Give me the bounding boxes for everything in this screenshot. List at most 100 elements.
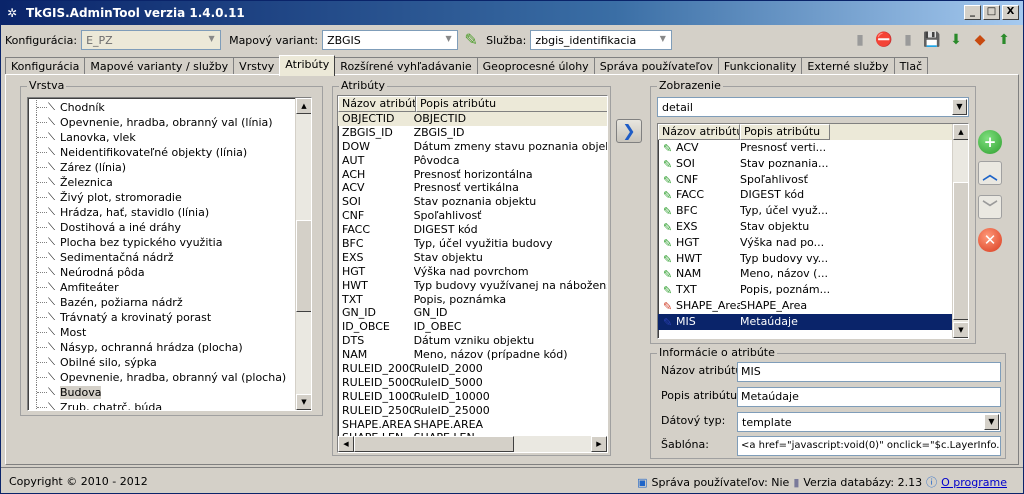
scroll-right-icon[interactable]: ▶ [591, 436, 607, 452]
display-row[interactable]: ✎ TXT Popis, poznám... [658, 282, 952, 298]
attribute-row[interactable]: OBJECTID OBJECTID [338, 112, 607, 126]
data-type-combo[interactable]: template ▼ [737, 412, 1001, 432]
display-row[interactable]: ✎ FACC DIGEST kód [658, 187, 952, 203]
layer-item[interactable]: ⟍ Bazén, požiarna nádrž [28, 295, 295, 310]
attribute-row[interactable]: BFC Typ, účel využitia budovy [338, 237, 607, 251]
layer-item[interactable]: ⟍ Most [28, 325, 295, 340]
layer-item[interactable]: ⟍ Železnica [28, 175, 295, 190]
pencil-icon[interactable]: ✎ [460, 29, 482, 51]
attribute-row[interactable]: GN_ID GN_ID [338, 306, 607, 320]
service-combo[interactable]: zbgis_identifikacia ▼ [530, 30, 673, 50]
layers-scrollbar[interactable]: ▲ ▼ [295, 98, 311, 410]
move-down-button[interactable]: ﹀ [978, 195, 1002, 219]
scroll-down-icon[interactable]: ▼ [296, 394, 311, 410]
tab-user-management[interactable]: Správa používateľov [593, 57, 719, 75]
layer-item[interactable]: ⟍ Lanovka, vlek [28, 130, 295, 145]
attribute-row[interactable]: EXS Stav objektu [338, 251, 607, 265]
database-delete-icon[interactable]: ⛔ [873, 29, 895, 51]
close-button[interactable]: X [1002, 5, 1019, 20]
attribute-row[interactable]: HWT Typ budovy využívanej na náboženské ú… [338, 279, 607, 293]
attribute-row[interactable]: CNF Spoľahlivosť [338, 209, 607, 223]
move-up-button[interactable]: ︿ [978, 161, 1002, 185]
layer-item[interactable]: ⟍ Sedimentačná nádrž [28, 250, 295, 265]
display-row[interactable]: ✎ EXS Stav objektu [658, 219, 952, 235]
scroll-thumb[interactable] [953, 182, 968, 320]
layer-item[interactable]: ⟍ Neidentifikovateľné objekty (línia) [28, 145, 295, 160]
layer-item[interactable]: ⟍ Živý plot, stromoradie [28, 190, 295, 205]
database-gray-icon[interactable]: ▮ [897, 29, 919, 51]
download-icon[interactable]: ⬇ [945, 29, 967, 51]
layer-item[interactable]: ⟍ Trávnatý a krovinatý porast [28, 310, 295, 325]
display-row[interactable]: ✎ MIS Metaúdaje [658, 313, 952, 330]
attribute-row[interactable]: TXT Popis, poznámka [338, 293, 607, 307]
scroll-left-icon[interactable]: ◀ [338, 436, 354, 452]
layer-item[interactable]: ⟍ Plocha bez typického využitia [28, 235, 295, 250]
tab-functionality[interactable]: Funkcionality [717, 57, 803, 75]
layer-item[interactable]: ⟍ Budova [28, 385, 295, 400]
layer-item[interactable]: ⟍ Dostihová a iné dráhy [28, 220, 295, 235]
attribute-row[interactable]: RULEID_2000 RuleID_2000 [338, 362, 607, 376]
template-field[interactable]: <a href="javascript:void(0)" onclick="$c… [737, 436, 1001, 456]
config-combo[interactable]: E_PZ ▼ [81, 30, 222, 50]
scroll-up-icon[interactable]: ▲ [953, 124, 968, 140]
attribute-row[interactable]: DTS Dátum vzniku objektu [338, 334, 607, 348]
display-row[interactable]: ✎ NAM Meno, názov (... [658, 266, 952, 282]
add-attribute-button[interactable]: + [978, 130, 1002, 154]
attr-desc-field[interactable]: Metaúdaje [737, 387, 1001, 407]
layer-item[interactable]: ⟍ Hrádza, hať, stavidlo (línia) [28, 205, 295, 220]
display-scrollbar[interactable]: ▲ ▼ [952, 124, 968, 338]
display-row[interactable]: ✎ BFC Typ, účel využ... [658, 203, 952, 219]
tab-layers[interactable]: Vrstvy [233, 57, 281, 75]
attribute-row[interactable]: SHAPE.AREA SHAPE.AREA [338, 418, 607, 432]
attribute-row[interactable]: RULEID_10000RuleID_10000 [338, 390, 607, 404]
layers-tree[interactable]: ⟍ Chodník ⟍ Opevnenie, hradba, obranný val … [27, 97, 312, 411]
save-icon[interactable]: 💾 [921, 29, 943, 51]
tab-print[interactable]: Tlač [893, 57, 929, 75]
remove-attribute-button[interactable]: ✕ [978, 228, 1002, 252]
attribute-row[interactable]: NAM Meno, názov (prípadne kód) [338, 348, 607, 362]
attr-name-field[interactable]: MIS [737, 362, 1001, 382]
scroll-up-icon[interactable]: ▲ [296, 98, 311, 114]
attribute-row[interactable]: SOI Stav poznania objektu [338, 195, 607, 209]
layer-item[interactable]: ⟍ Opevnenie, hradba, obranný val (plocha) [28, 370, 295, 385]
display-row[interactable]: ✎ HGT Výška nad po... [658, 235, 952, 251]
display-row[interactable]: ✎ SOI Stav poznania... [658, 156, 952, 172]
layer-item[interactable]: ⟍ Opevnenie, hradba, obranný val (línia) [28, 115, 295, 130]
layer-item[interactable]: ⟍ Zárez (línia) [28, 160, 295, 175]
attr-col-name-header[interactable]: Názov atribútu [338, 96, 416, 112]
layer-item[interactable]: ⟍ Násyp, ochranná hrádza (plocha) [28, 340, 295, 355]
layer-item[interactable]: ⟍ Zrub, chatrč, búda [28, 400, 295, 410]
variant-combo[interactable]: ZBGIS ▼ [322, 30, 459, 50]
tab-external-services[interactable]: Externé služby [801, 57, 895, 75]
layer-item[interactable]: ⟍ Amfiteáter [28, 280, 295, 295]
attribute-row[interactable]: DOW Dátum zmeny stavu poznania objektu [338, 140, 607, 154]
attribute-row[interactable]: RULEID_5000 RuleID_5000 [338, 376, 607, 390]
attribute-row[interactable]: AUT Pôvodca [338, 154, 607, 168]
layers-icon[interactable]: ◆ [969, 29, 991, 51]
layer-item[interactable]: ⟍ Obilné silo, sýpka [28, 355, 295, 370]
display-col-name-header[interactable]: Názov atribútu [658, 124, 740, 140]
display-row[interactable]: ✎ HWT Typ budovy vy... [658, 251, 952, 267]
about-link[interactable]: O programe [941, 476, 1007, 489]
maximize-button[interactable]: □ [983, 5, 1000, 20]
scroll-down-icon[interactable]: ▼ [953, 322, 968, 338]
scroll-thumb[interactable] [296, 220, 311, 312]
attribute-row[interactable]: HGT Výška nad povrchom [338, 265, 607, 279]
tab-geoprocessing[interactable]: Geoprocesné úlohy [476, 57, 595, 75]
tab-advanced-search[interactable]: Rozšírené vyhľadávanie [334, 57, 478, 75]
tab-configuration[interactable]: Konfigurácia [5, 57, 86, 75]
display-mode-combo[interactable]: detail ▼ [657, 97, 969, 117]
add-to-display-button[interactable]: ❯ [616, 119, 642, 143]
upload-icon[interactable]: ⬆ [993, 29, 1015, 51]
display-row[interactable]: ✎ ACV Presnosť verti... [658, 140, 952, 156]
display-row[interactable]: ✎ SHAPE_Area SHAPE_Area [658, 298, 952, 314]
attribute-row[interactable]: ACH Presnosť horizontálna [338, 168, 607, 182]
layer-item[interactable]: ⟍ Neúrodná pôda [28, 265, 295, 280]
display-col-desc-header[interactable]: Popis atribútu [740, 124, 830, 140]
database-icon[interactable]: ▮ [849, 29, 871, 51]
layer-item[interactable]: ⟍ Chodník [28, 100, 295, 115]
attribute-row[interactable]: RULEID_25000RuleID_25000 [338, 404, 607, 418]
scroll-thumb[interactable] [354, 436, 514, 452]
tab-map-variants[interactable]: Mapové varianty / služby [84, 57, 235, 75]
attribute-row[interactable]: FACC DIGEST kód [338, 223, 607, 237]
